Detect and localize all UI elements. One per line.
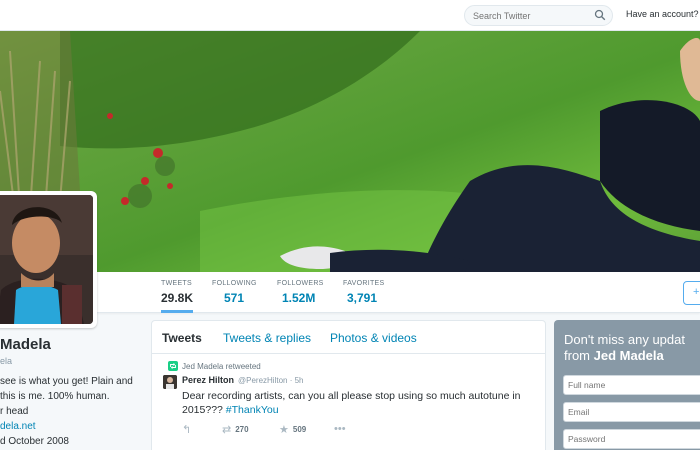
add-user-icon: + [693,286,700,298]
stat-label: FOLLOWERS [277,280,324,287]
profile-handle[interactable]: ela [0,356,12,366]
retweet-context-icon [168,361,178,371]
signup-title-name: Jed Madela [593,348,664,363]
stat-followers[interactable]: FOLLOWERS 1.52M [277,280,324,313]
profile-banner [0,31,700,272]
signup-title: Don't miss any updat from Jed Madela [564,332,700,364]
retweet-count: 270 [235,425,249,434]
search-box[interactable] [464,5,613,26]
profile-location: r head [0,406,29,417]
tweet-author-avatar-image [163,375,177,389]
reply-button[interactable]: ↰ [182,423,191,436]
more-icon: ••• [334,423,346,435]
tweet-hashtag[interactable]: #ThankYou [226,404,279,416]
avatar-image [0,195,93,324]
tweet-meta: @PerezHilton · 5h [238,376,304,385]
signup-title-line2: from Jed Madela [564,348,700,364]
signup-title-prefix: from [564,348,594,363]
stat-value: 29.8K [161,291,194,305]
retweet-button[interactable]: ⇄ 270 [222,423,249,436]
follow-button[interactable]: + [683,281,700,305]
profile-joined: d October 2008 [0,436,69,447]
banner-image [0,31,700,272]
have-account-text: Have an account? L [626,9,700,19]
email-field[interactable] [563,402,700,422]
stat-favorites[interactable]: FAVORITES 3,791 [343,280,384,313]
reply-icon: ↰ [182,424,192,436]
profile-url[interactable]: dela.net [0,421,36,432]
tweet-author-name[interactable]: Perez Hilton [182,375,234,385]
stat-following[interactable]: FOLLOWING 571 [212,280,257,313]
have-account-label: Have an account? [626,9,699,19]
stat-label: FAVORITES [343,280,385,287]
profile-name: Madela [0,336,51,353]
search-input[interactable] [473,9,591,23]
password-field[interactable] [563,429,700,449]
tweet-text: Dear recording artists, can you all plea… [182,389,542,417]
timeline-tabs: Tweets Tweets & replies Photos & videos [152,321,545,354]
tweet-item[interactable]: Jed Madela retweeted Perez Hilton @Perez… [152,355,545,450]
stat-label: FOLLOWING [212,280,257,287]
stat-value: 1.52M [282,291,316,305]
stat-value: 571 [224,291,245,305]
avatar[interactable] [0,191,97,328]
retweet-context[interactable]: Jed Madela retweeted [182,362,261,371]
retweet-icon: ⇄ [222,424,232,436]
profile-nav: TWEETS 29.8K FOLLOWING 571 FOLLOWERS 1.5… [0,272,700,313]
fullname-field[interactable] [563,375,700,395]
tweet-time[interactable]: · 5h [290,376,304,385]
star-icon: ★ [279,424,289,436]
tab-tweets-replies[interactable]: Tweets & replies [223,331,311,345]
favorite-count: 509 [292,425,307,434]
profile-bio: see is what you get! Plain and this is m… [0,376,133,402]
stat-value: 3,791 [347,291,378,305]
tweet-actions: ↰ ⇄ 270 ★ 509 ••• [182,423,382,437]
stat-label: TWEETS [161,280,192,287]
signup-title-line1: Don't miss any updat [564,332,685,347]
tweet-author-avatar[interactable] [163,375,177,389]
tweet-author-handle[interactable]: @PerezHilton [238,376,287,385]
timeline: Tweets Tweets & replies Photos & videos … [151,320,546,450]
favorite-button[interactable]: ★ 509 [279,423,306,436]
tab-tweets[interactable]: Tweets [162,331,202,345]
avatar-photo [0,195,93,324]
more-button[interactable]: ••• [334,423,346,435]
stat-tweets[interactable]: TWEETS 29.8K [161,280,194,313]
search-icon[interactable] [594,9,606,21]
signup-module: Don't miss any updat from Jed Madela [554,320,700,450]
top-bar: Have an account? L [0,0,700,31]
tab-photos-videos[interactable]: Photos & videos [330,331,417,345]
